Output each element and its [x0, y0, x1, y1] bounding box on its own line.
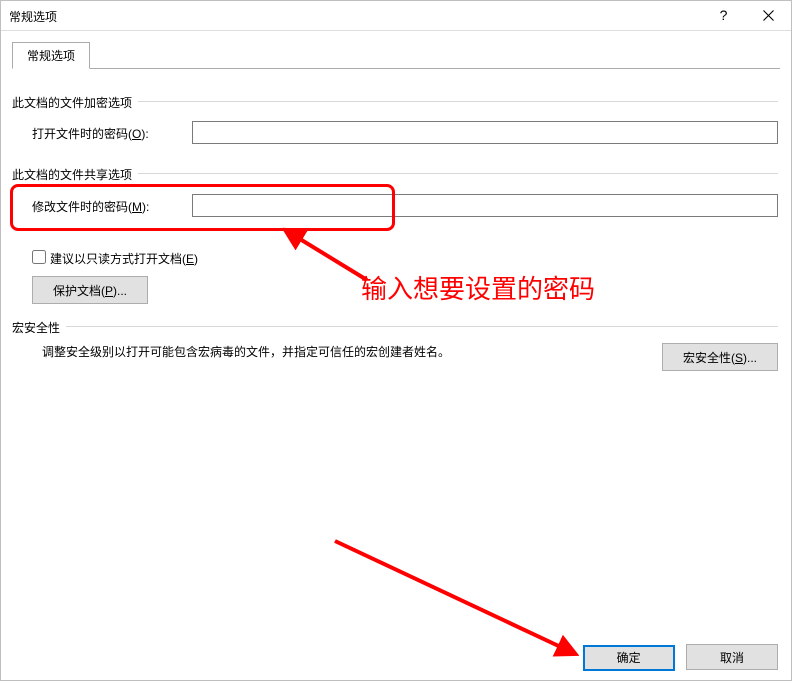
dialog-footer: 确定 取消 [575, 644, 778, 672]
tab-strip: 常规选项 [12, 42, 780, 70]
cancel-button[interactable]: 取消 [686, 644, 778, 670]
tab-general-options[interactable]: 常规选项 [12, 42, 90, 69]
title-bar: 常规选项 ? [1, 1, 791, 31]
modify-password-label: 修改文件时的密码(M): [32, 198, 149, 215]
window-title: 常规选项 [9, 8, 57, 25]
group-encrypt-title: 此文档的文件加密选项 [12, 94, 778, 108]
group-macro-security: 宏安全性 [12, 319, 778, 333]
context-help-button[interactable]: ? [701, 1, 746, 30]
group-encrypt: 此文档的文件加密选项 [12, 94, 778, 108]
group-share-title: 此文档的文件共享选项 [12, 166, 778, 180]
readonly-checkbox-label: 建议以只读方式打开文档(E) [50, 250, 198, 267]
close-button[interactable] [746, 1, 791, 30]
group-share: 此文档的文件共享选项 [12, 166, 778, 180]
protect-document-button[interactable]: 保护文档(P)... [32, 276, 148, 304]
open-password-input[interactable] [192, 121, 778, 144]
macro-security-description: 调整安全级别以打开可能包含宏病毒的文件，并指定可信任的宏创建者姓名。 [42, 343, 450, 360]
readonly-checkbox[interactable] [32, 250, 46, 264]
modify-password-input[interactable] [192, 194, 778, 217]
macro-security-button[interactable]: 宏安全性(S)... [662, 343, 778, 371]
ok-button[interactable]: 确定 [583, 645, 675, 671]
tab-label: 常规选项 [27, 49, 75, 63]
open-password-label: 打开文件时的密码(O): [32, 125, 149, 142]
close-icon [763, 10, 774, 21]
group-macro-title: 宏安全性 [12, 319, 778, 333]
